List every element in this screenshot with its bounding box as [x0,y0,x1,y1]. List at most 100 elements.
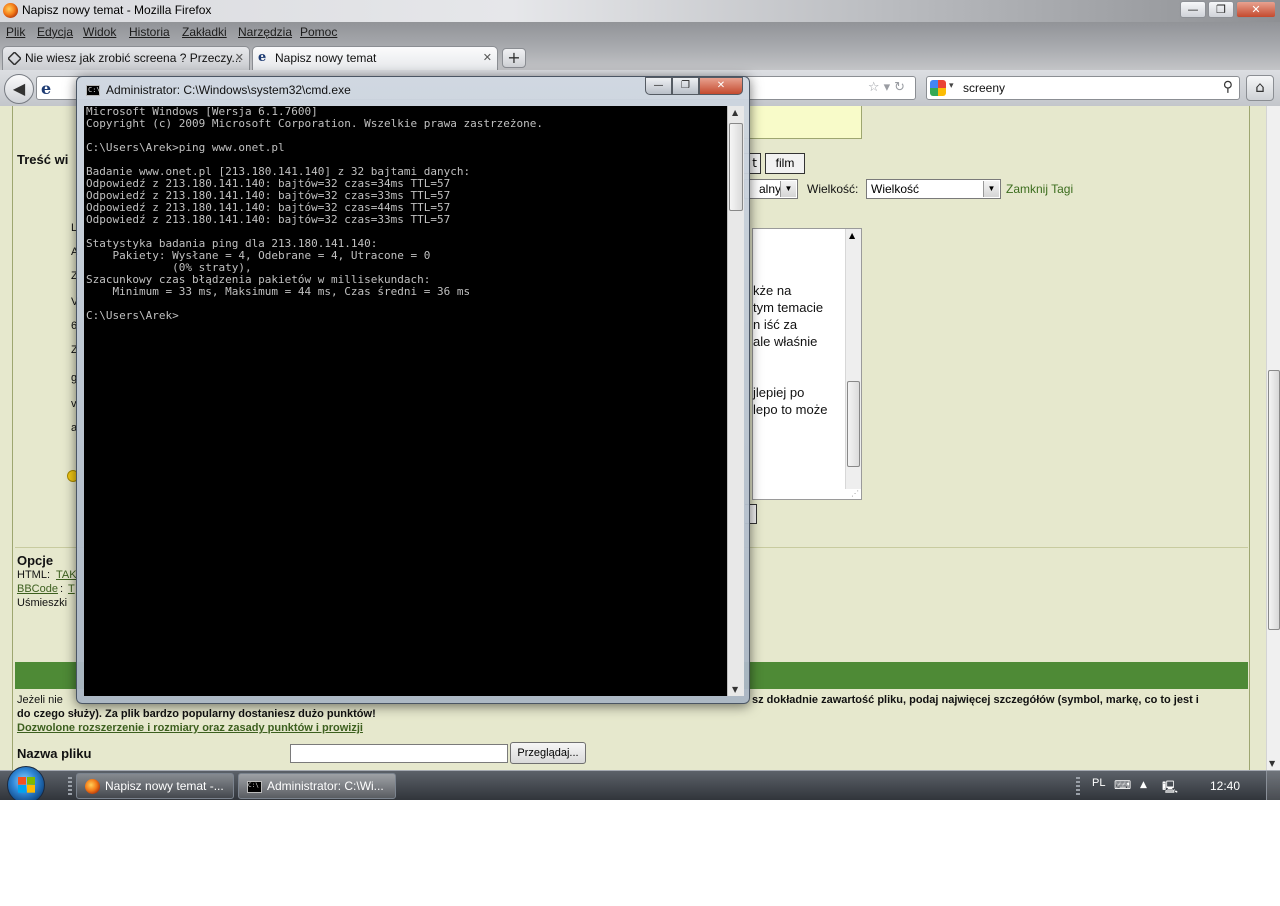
google-engine-icon[interactable] [930,80,946,96]
show-hidden-icons-icon[interactable]: ▲ [1140,780,1147,790]
menu-history[interactable]: Historia [129,25,170,39]
firefox-icon [85,779,100,794]
taskbar-item-cmd[interactable]: C:\ Administrator: C:\Wi... [238,773,396,799]
home-button[interactable]: ⌂ [1246,75,1274,101]
editor-scrollbar[interactable]: ▲ [845,229,861,489]
tab-favicon-icon [8,52,21,65]
bookmark-star-icon[interactable]: ☆▾↻ [868,80,909,95]
browse-button[interactable]: Przeglądaj... [510,742,586,764]
attachment-text-start: Jeżeli nie [17,694,63,706]
cmd-minimize-button[interactable]: — [645,77,672,95]
desktop-screen: Napisz nowy temat - Mozilla Firefox — ❐ … [0,0,1280,800]
scroll-up-icon[interactable]: ▲ [849,231,855,240]
cmd-close-button[interactable]: ✕ [699,77,743,95]
attachment-text-end: sz dokładnie zawartość pliku, podaj najw… [752,694,1199,706]
network-icon[interactable]: 🖳 [1162,778,1178,799]
editor-scroll-thumb[interactable] [847,381,860,467]
tab-label: Nie wiesz jak zrobić screena ? Przeczy..… [25,51,242,65]
scroll-down-icon[interactable]: ▼ [732,685,738,694]
menu-help[interactable]: Pomoc [300,25,337,39]
style-select[interactable]: alny ▼ [744,179,798,199]
taskbar-grip [68,777,72,795]
bbcode-value-link[interactable]: T [68,583,75,595]
scroll-up-icon[interactable]: ▲ [732,108,738,117]
style-select-value: alny [759,182,782,196]
start-button[interactable] [7,766,45,800]
chevron-down-icon: ▼ [780,181,796,197]
console-scroll-thumb[interactable] [729,123,743,211]
window-controls: — ❐ ✕ [1180,1,1276,18]
clock[interactable]: 12:40 [1210,779,1240,793]
content-heading: Treść wi [17,152,69,167]
size-select[interactable]: Wielkość ▼ [866,179,1001,199]
close-button[interactable]: ✕ [1236,1,1276,18]
smilies-label: Uśmieszki [17,597,68,609]
size-label: Wielkość: [807,182,859,196]
new-tab-button[interactable]: + [502,48,526,68]
firefox-titlebar: Napisz nowy temat - Mozilla Firefox — ❐ … [0,0,1280,22]
editor-line: jlepiej po [753,385,805,400]
tab-close-icon[interactable]: ✕ [235,51,244,64]
cmd-icon: C:\ [86,85,101,96]
firefox-icon [3,3,18,18]
windows-logo-icon [18,777,35,793]
cmd-window-controls: — ❐ ✕ [645,77,743,95]
editor-line: n iść za [753,317,798,332]
engine-dropdown-icon[interactable]: ▾ [949,81,954,91]
menu-file[interactable]: Plik [6,25,25,39]
page-scroll-thumb[interactable] [1268,370,1280,630]
taskbar-item-firefox[interactable]: Napisz nowy temat -... [76,773,234,799]
taskbar-item-label: Napisz nowy temat -... [105,779,224,793]
menu-bar: Plik Edycja Widok Historia Zakładki Narz… [0,22,1280,42]
menu-view[interactable]: Widok [83,25,116,39]
back-button[interactable]: ◀ [4,74,34,104]
tab-close-icon[interactable]: ✕ [483,51,492,64]
html-value-link[interactable]: TAK [56,569,77,581]
message-editor[interactable]: kże na tym temacie n iść za ale właśnie … [752,228,862,500]
cmd-window-title: Administrator: C:\Windows\system32\cmd.e… [106,83,351,97]
tray-grip [1076,777,1080,795]
menu-edit[interactable]: Edycja [37,25,73,39]
cmd-maximize-button[interactable]: ❐ [672,77,699,95]
editor-line: kże na [753,283,792,298]
tab-screen-howto[interactable]: Nie wiesz jak zrobić screena ? Przeczy..… [2,46,250,70]
console-text: Microsoft Windows [Wersja 6.1.7600] Copy… [86,106,543,322]
language-indicator[interactable]: PL [1092,777,1105,789]
resize-grip-icon[interactable]: ⋰ [851,489,859,498]
bbcode-link[interactable]: BBCode [17,583,58,595]
window-title: Napisz nowy temat - Mozilla Firefox [22,3,212,17]
menu-tools[interactable]: Narzędzia [238,25,292,39]
close-tags-link[interactable]: Zamknij Tagi [1006,182,1073,196]
keyboard-icon[interactable]: ⌨ [1114,778,1131,792]
bbcode-colon: : [60,583,64,595]
page-scrollbar[interactable]: ▼ [1266,106,1280,770]
file-path-input[interactable] [290,744,508,763]
tab-label: Napisz nowy temat [275,51,377,65]
site-favicon-icon: e [258,50,267,65]
maximize-button[interactable]: ❐ [1208,1,1234,18]
chevron-down-icon: ▼ [983,181,999,197]
scroll-down-icon[interactable]: ▼ [1269,759,1275,768]
cmd-icon: C:\ [247,781,262,793]
cmd-window[interactable]: C:\ Administrator: C:\Windows\system32\c… [76,76,750,704]
film-tag-button[interactable]: film [765,153,805,174]
search-icon[interactable]: ⚲ [1223,79,1233,95]
attachment-text-line2: do czego służy). Za plik bardzo popularn… [17,708,376,720]
site-identity-icon[interactable]: e [41,79,51,98]
tab-strip: Nie wiesz jak zrobić screena ? Przeczy..… [0,44,1280,70]
console-output[interactable]: Microsoft Windows [Wersja 6.1.7600] Copy… [84,106,727,696]
search-bar[interactable]: ▾ screeny ⚲ [926,76,1240,100]
attachment-rules-link[interactable]: Dozwolone rozszerzenie i rozmiary oraz z… [17,722,363,734]
editor-line: lepo to może [753,402,828,417]
html-label: HTML: [17,569,50,581]
tab-new-topic[interactable]: e Napisz nowy temat ✕ [252,46,498,70]
menu-bookmarks[interactable]: Zakładki [182,25,227,39]
search-input[interactable]: screeny [963,81,1005,95]
editor-line: ale właśnie [753,334,818,349]
console-scrollbar[interactable]: ▲ ▼ [727,106,744,696]
show-desktop-button[interactable] [1266,771,1280,800]
taskbar: Napisz nowy temat -... C:\ Administrator… [0,766,1280,800]
size-select-value: Wielkość [871,182,920,196]
minimize-button[interactable]: — [1180,1,1206,18]
options-heading: Opcje [17,553,54,568]
